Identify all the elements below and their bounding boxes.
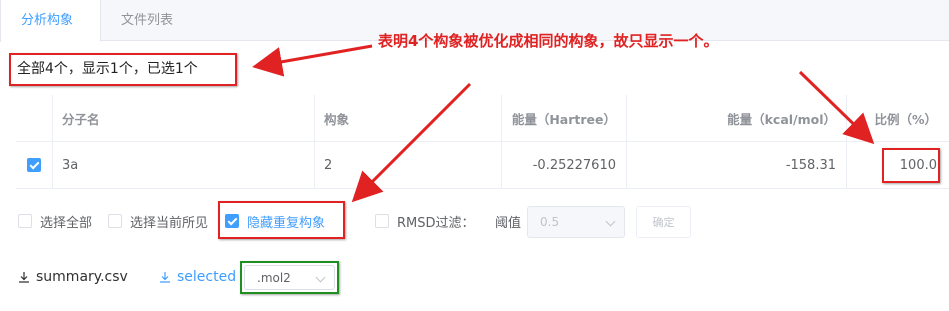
- arrow-to-hide-duplicates: [351, 82, 472, 203]
- annotation-arrows: [252, 44, 875, 203]
- arrow-to-summary: [252, 44, 373, 77]
- arrow-to-ratio: [798, 70, 875, 145]
